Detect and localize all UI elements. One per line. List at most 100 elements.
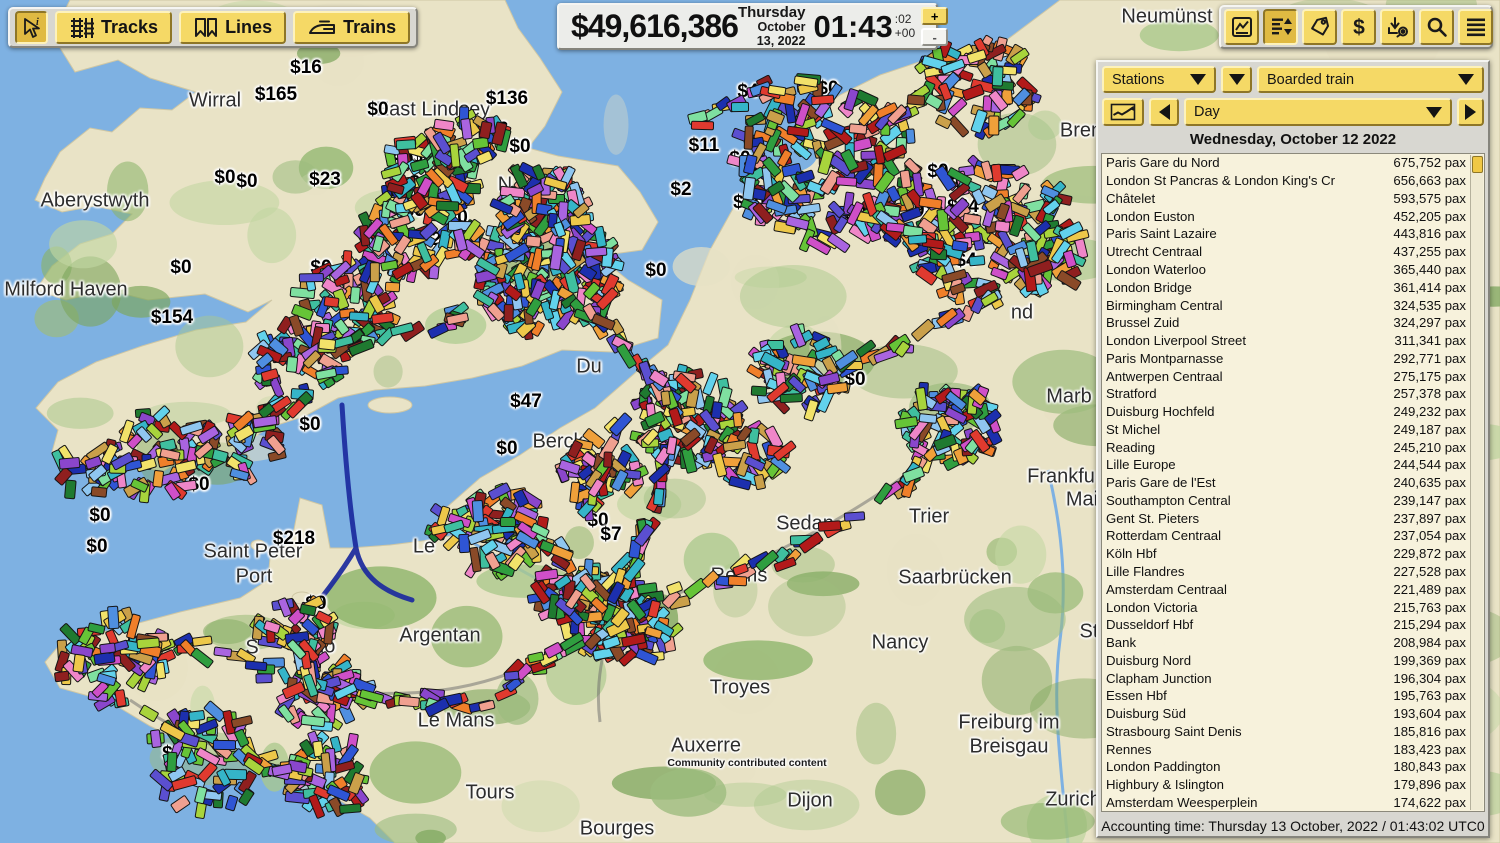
station-row[interactable]: Clapham Junction 196,304 pax	[1102, 669, 1484, 687]
station-row[interactable]: Bank 208,984 pax	[1102, 634, 1484, 652]
lines-mode-button[interactable]: Lines	[179, 11, 287, 44]
inspect-tool-button[interactable]: i	[15, 11, 48, 44]
train[interactable]	[213, 646, 233, 658]
search-button[interactable]	[1419, 9, 1454, 45]
train[interactable]	[992, 65, 1004, 87]
train[interactable]	[107, 605, 120, 630]
train[interactable]	[213, 739, 237, 751]
station-row[interactable]: London Paddington 180,843 pax	[1102, 758, 1484, 776]
station-row[interactable]: Dusseldorf Hbf 215,294 pax	[1102, 616, 1484, 634]
station-row[interactable]: London St Pancras & London King's Cr 656,…	[1102, 172, 1484, 190]
train[interactable]	[905, 128, 916, 145]
sort-order-dropdown[interactable]	[1221, 66, 1252, 93]
station-row[interactable]: Essen Hbf 195,763 pax	[1102, 687, 1484, 705]
train[interactable]	[90, 486, 108, 499]
train[interactable]	[53, 670, 71, 683]
trains-mode-button[interactable]: Trains	[293, 11, 411, 44]
station-row[interactable]: Utrecht Centraal 437,255 pax	[1102, 243, 1484, 261]
train[interactable]	[988, 115, 1000, 136]
train[interactable]	[427, 321, 450, 340]
station-row[interactable]: Paris Montparnasse 292,771 pax	[1102, 349, 1484, 367]
train[interactable]	[817, 520, 842, 532]
station-row[interactable]: Rotterdam Centraal 237,054 pax	[1102, 527, 1484, 545]
train[interactable]	[395, 139, 416, 151]
list-scrollbar[interactable]	[1470, 155, 1483, 810]
chart-view-button[interactable]	[1102, 98, 1144, 126]
station-row[interactable]: Paris Gare du Nord 675,752 pax	[1102, 154, 1484, 172]
station-row[interactable]: Rennes 183,423 pax	[1102, 740, 1484, 758]
train[interactable]	[680, 447, 698, 475]
station-row[interactable]: Amsterdam Centraal 221,489 pax	[1102, 580, 1484, 598]
station-row[interactable]: Strasbourg Saint Denis 185,816 pax	[1102, 723, 1484, 741]
train[interactable]	[150, 728, 162, 748]
station-row[interactable]: St Michel 249,187 pax	[1102, 420, 1484, 438]
map-modes-button[interactable]	[1224, 9, 1259, 45]
train[interactable]	[835, 175, 857, 187]
train[interactable]	[433, 118, 456, 131]
station-row[interactable]: London Waterloo 365,440 pax	[1102, 261, 1484, 279]
train[interactable]	[63, 479, 77, 500]
station-row[interactable]: Antwerpen Centraal 275,175 pax	[1102, 367, 1484, 385]
train[interactable]	[727, 575, 748, 587]
train[interactable]	[136, 637, 161, 650]
station-row[interactable]: London Bridge 361,414 pax	[1102, 278, 1484, 296]
train[interactable]	[369, 262, 381, 283]
train[interactable]	[660, 389, 671, 407]
train[interactable]	[191, 636, 213, 648]
train[interactable]	[349, 285, 361, 304]
train[interactable]	[910, 318, 936, 342]
train[interactable]	[471, 500, 484, 523]
station-row[interactable]: Köln Hbf 229,872 pax	[1102, 545, 1484, 563]
scrollbar-thumb[interactable]	[1472, 156, 1483, 173]
train[interactable]	[384, 281, 401, 293]
train[interactable]	[751, 385, 768, 397]
station-row[interactable]: Duisburg Süd 193,604 pax	[1102, 705, 1484, 723]
train[interactable]	[584, 246, 608, 258]
train[interactable]	[731, 411, 743, 428]
train[interactable]	[224, 794, 239, 812]
station-row[interactable]: Stratford 257,378 pax	[1102, 385, 1484, 403]
station-row[interactable]: London Euston 452,205 pax	[1102, 207, 1484, 225]
station-ranking-button[interactable]	[1263, 9, 1298, 45]
train[interactable]	[525, 235, 542, 248]
train[interactable]	[652, 487, 665, 507]
train[interactable]	[285, 355, 299, 373]
train[interactable]	[990, 163, 1003, 183]
train[interactable]	[907, 234, 927, 245]
train[interactable]	[690, 120, 715, 130]
train[interactable]	[398, 696, 421, 708]
train[interactable]	[602, 451, 613, 469]
menu-button[interactable]	[1458, 9, 1493, 45]
train[interactable]	[743, 125, 754, 150]
station-row[interactable]: Brussel Zuid 324,297 pax	[1102, 314, 1484, 332]
train[interactable]	[338, 802, 362, 814]
station-row[interactable]: London Liverpool Street 311,341 pax	[1102, 332, 1484, 350]
train[interactable]	[701, 371, 719, 396]
train[interactable]	[779, 393, 804, 404]
speed-up-button[interactable]: +	[921, 7, 949, 25]
train[interactable]	[968, 254, 986, 267]
train[interactable]	[935, 114, 954, 130]
train[interactable]	[244, 660, 268, 672]
train[interactable]	[843, 511, 866, 522]
station-row[interactable]: Reading 245,210 pax	[1102, 438, 1484, 456]
station-row[interactable]: Gent St. Pieters 237,897 pax	[1102, 509, 1484, 527]
train[interactable]	[188, 709, 206, 722]
train[interactable]	[190, 646, 215, 669]
station-row[interactable]: Birmingham Central 324,535 pax	[1102, 296, 1484, 314]
station-row[interactable]: Duisburg Hochfeld 249,232 pax	[1102, 403, 1484, 421]
train[interactable]	[299, 273, 325, 283]
station-row[interactable]: Châtelet 593,575 pax	[1102, 190, 1484, 208]
station-row[interactable]: Paris Gare de l'Est 240,635 pax	[1102, 474, 1484, 492]
station-row[interactable]: Amsterdam Weesperplein 174,622 pax	[1102, 794, 1484, 811]
steam-workshop-button[interactable]	[1380, 9, 1415, 45]
train[interactable]	[300, 715, 326, 728]
train[interactable]	[58, 457, 81, 470]
speed-down-button[interactable]: -	[921, 28, 949, 46]
train[interactable]	[503, 304, 514, 322]
train[interactable]	[166, 751, 178, 773]
train[interactable]	[138, 704, 160, 723]
train[interactable]	[961, 83, 985, 102]
train[interactable]	[906, 94, 926, 106]
train[interactable]	[826, 232, 852, 255]
